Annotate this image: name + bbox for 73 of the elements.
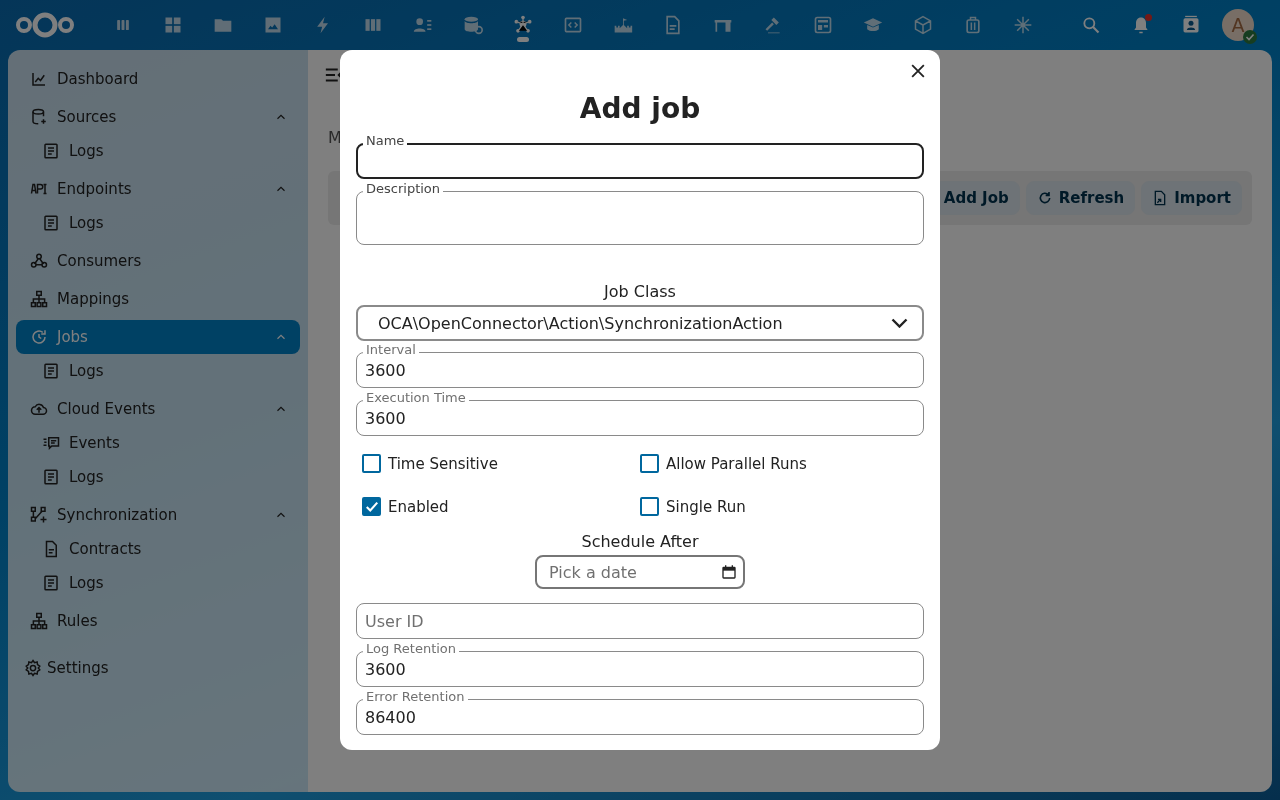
- grid-icon[interactable]: [163, 15, 183, 35]
- field-label: Interval: [363, 343, 419, 357]
- suitcase-icon[interactable]: [963, 15, 983, 35]
- nav-item[interactable]: Endpoints: [16, 172, 300, 206]
- field-label: Execution Time: [363, 391, 469, 405]
- contact-card-icon[interactable]: [413, 15, 433, 35]
- hierarchy-icon: [30, 612, 48, 630]
- field-label: Error Retention: [363, 690, 468, 704]
- toolbar-button[interactable]: Import: [1141, 181, 1242, 215]
- nav-item[interactable]: Jobs: [16, 320, 300, 354]
- image-icon[interactable]: [263, 15, 283, 35]
- chevron-down-icon: [891, 318, 908, 328]
- network-icon[interactable]: [513, 15, 533, 35]
- toolbar-button[interactable]: Refresh: [1025, 181, 1136, 215]
- nav-item[interactable]: Events: [16, 426, 300, 460]
- field-label: Log Retention: [363, 642, 460, 656]
- nav-item[interactable]: Cloud Events: [16, 392, 300, 426]
- field-label: Schedule After: [581, 532, 699, 551]
- branch-plus-icon: [30, 506, 48, 524]
- list-document-icon: [42, 214, 60, 232]
- list-document-icon: [42, 468, 60, 486]
- database-icon[interactable]: [463, 15, 483, 35]
- nav-item[interactable]: Logs: [16, 566, 300, 600]
- nav-item[interactable]: Sources: [16, 100, 300, 134]
- user-avatar[interactable]: A: [1222, 9, 1254, 41]
- nav-item[interactable]: Synchronization: [16, 498, 300, 532]
- input-field[interactable]: [356, 143, 924, 179]
- logo[interactable]: [14, 10, 76, 40]
- search-icon[interactable]: [1081, 15, 1101, 35]
- checkbox[interactable]: [362, 454, 381, 473]
- nav-item[interactable]: Logs: [16, 460, 300, 494]
- checkbox-label: Single Run: [666, 497, 746, 516]
- date-field[interactable]: Pick a date: [535, 555, 745, 589]
- input-field[interactable]: User ID: [356, 603, 924, 639]
- nav-item[interactable]: Logs: [16, 134, 300, 168]
- list-document-icon: [42, 574, 60, 592]
- snowflake-icon[interactable]: [1013, 15, 1033, 35]
- checkbox[interactable]: [362, 497, 381, 516]
- nav-item[interactable]: Rules: [16, 604, 300, 638]
- nav-item[interactable]: Logs: [16, 354, 300, 388]
- nav-item[interactable]: Consumers: [16, 244, 300, 278]
- checkbox[interactable]: [640, 454, 659, 473]
- field-label: Job Class: [602, 282, 677, 301]
- checkbox[interactable]: [640, 497, 659, 516]
- chart-icon: [30, 70, 48, 88]
- hierarchy-icon: [30, 290, 48, 308]
- checkbox-label: Allow Parallel Runs: [666, 454, 807, 473]
- checkbox-label: Enabled: [388, 497, 449, 516]
- contact-card-icon[interactable]: [1181, 15, 1201, 35]
- nav-item[interactable]: Contracts: [16, 532, 300, 566]
- field-label: Name: [363, 134, 408, 148]
- code-icon[interactable]: [563, 15, 583, 35]
- document-icon[interactable]: [663, 15, 683, 35]
- nav-item[interactable]: Dashboard: [16, 62, 300, 96]
- clock-refresh-icon: [30, 328, 48, 346]
- list-document-icon: [42, 362, 60, 380]
- page-heading: M: [328, 128, 342, 149]
- settings-link[interactable]: Settings: [16, 648, 300, 688]
- nav-item[interactable]: Mappings: [16, 282, 300, 316]
- gear-icon: [24, 659, 42, 677]
- checkmark-icon: [364, 499, 379, 514]
- message-lines-icon: [42, 434, 60, 452]
- webhook-icon: [30, 252, 48, 270]
- checkbox-label: Time Sensitive: [388, 454, 498, 473]
- database-icon: [30, 108, 48, 126]
- list-document-icon: [42, 142, 60, 160]
- cube-icon[interactable]: [913, 15, 933, 35]
- nav-item[interactable]: Logs: [16, 206, 300, 240]
- calendar-icon[interactable]: [721, 564, 737, 580]
- field-label: Description: [363, 182, 444, 196]
- layout-icon[interactable]: [813, 15, 833, 35]
- dialog-title: Add job: [578, 94, 702, 124]
- dropdown[interactable]: OCA\OpenConnector\Action\SynchronizationAction: [356, 305, 924, 341]
